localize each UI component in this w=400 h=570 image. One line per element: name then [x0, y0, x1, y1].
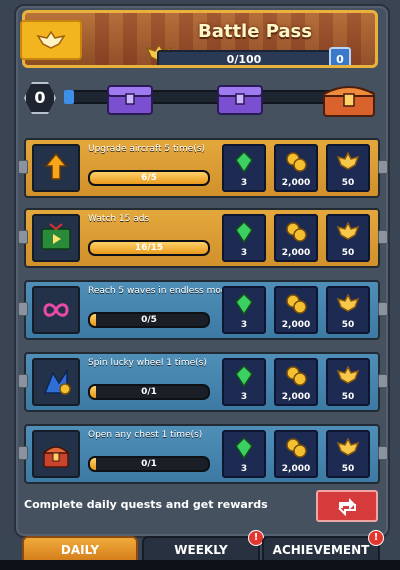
refresh-icon: [338, 498, 356, 516]
rivet: [18, 446, 28, 460]
quest-progress-text: 0/1: [141, 387, 157, 397]
reward-amount: 50: [341, 464, 355, 474]
quest-progress-text: 16/15: [134, 243, 164, 253]
pass-level-badge: 0: [329, 47, 351, 66]
quest-label: Upgrade aircraft 5 time(s): [88, 144, 206, 154]
wings-emblem-icon: [336, 293, 360, 312]
reward-amount: 3: [240, 464, 248, 474]
reward-amount: 3: [240, 392, 248, 402]
tab-label: ACHIEVEMENT: [272, 543, 370, 557]
pass-xp-reward[interactable]: 50: [326, 214, 370, 262]
ticket-icon[interactable]: [20, 20, 82, 60]
gem-reward[interactable]: 3: [222, 358, 266, 406]
rivet: [378, 160, 388, 174]
quest-label: Spin lucky wheel 1 time(s): [88, 358, 207, 368]
gold-coins-icon: [286, 222, 307, 242]
rivet: [378, 446, 388, 460]
track-level-value: 0: [34, 88, 46, 107]
gem-reward[interactable]: 3: [222, 286, 266, 334]
gold-coins-icon: [286, 152, 307, 172]
quest-progress-bar: 0/5: [88, 312, 210, 328]
gem-reward[interactable]: 3: [222, 430, 266, 478]
quest-progress-bar: 16/15: [88, 240, 210, 256]
quest-progress-text: 0/1: [141, 459, 157, 469]
wings-emblem-icon: [336, 365, 360, 384]
gold-coins-icon: [286, 438, 307, 458]
reward-amount: 50: [341, 320, 355, 330]
footer-hint: Complete daily quests and get rewards: [24, 498, 268, 511]
rivet: [18, 302, 28, 316]
gold-coins-icon: [286, 294, 307, 314]
page-title: Battle Pass: [197, 21, 312, 42]
quest-row-endless-mode[interactable]: Reach 5 waves in endless mode 0/5 3 2,00…: [18, 280, 388, 340]
rivet: [378, 302, 388, 316]
track-progress-marker: [64, 90, 74, 104]
gold-reward[interactable]: 2,000: [274, 430, 318, 478]
gold-reward[interactable]: 2,000: [274, 358, 318, 406]
tab-label: WEEKLY: [174, 543, 228, 557]
quest-label: Reach 5 waves in endless mode: [88, 286, 233, 296]
rivet: [378, 230, 388, 244]
tab-label: DAILY: [60, 543, 100, 557]
quest-label: Open any chest 1 time(s): [88, 430, 203, 440]
purple-chest-icon[interactable]: [106, 84, 154, 120]
rivet: [18, 374, 28, 388]
gold-reward[interactable]: 2,000: [274, 286, 318, 334]
wings-emblem-icon: [336, 437, 360, 456]
wings-emblem-icon: [336, 151, 360, 170]
quest-row-upgrade-aircraft[interactable]: Upgrade aircraft 5 time(s) 6/5 3 2,000 5…: [18, 138, 388, 198]
reward-amount: 2,000: [281, 320, 311, 330]
rivet: [378, 374, 388, 388]
green-gem-icon: [235, 292, 253, 316]
gold-coins-icon: [286, 366, 307, 386]
gem-reward[interactable]: 3: [222, 214, 266, 262]
infinity-icon: [32, 286, 80, 334]
quest-row-open-chest[interactable]: Open any chest 1 time(s) 0/1 3 2,000 50: [18, 424, 388, 484]
reward-amount: 50: [341, 392, 355, 402]
gold-reward[interactable]: 2,000: [274, 214, 318, 262]
refresh-button[interactable]: [316, 490, 378, 522]
quest-progress-text: 6/5: [141, 173, 157, 183]
reward-amount: 2,000: [281, 464, 311, 474]
chest-icon: [32, 430, 80, 478]
quest-progress-text: 0/5: [141, 315, 157, 325]
rivet: [18, 230, 28, 244]
pass-xp-reward[interactable]: 50: [326, 358, 370, 406]
pass-xp-reward[interactable]: 50: [326, 144, 370, 192]
quest-progress-bar: 0/1: [88, 456, 210, 472]
purple-chest-icon[interactable]: [216, 84, 264, 120]
reward-amount: 2,000: [281, 178, 311, 188]
rivet: [18, 160, 28, 174]
tv-ad-icon: [32, 214, 80, 262]
alert-badge: !: [368, 530, 384, 546]
reward-amount: 50: [341, 178, 355, 188]
green-gem-icon: [235, 220, 253, 244]
green-gem-icon: [235, 436, 253, 460]
gem-reward[interactable]: 3: [222, 144, 266, 192]
pass-xp-reward[interactable]: 50: [326, 430, 370, 478]
orange-chest-icon[interactable]: [322, 80, 376, 122]
gold-reward[interactable]: 2,000: [274, 144, 318, 192]
reward-amount: 2,000: [281, 392, 311, 402]
bottom-strip: [0, 560, 400, 570]
quest-progress-bar: 0/1: [88, 384, 210, 400]
lucky-wheel-icon: [32, 358, 80, 406]
battle-pass-progress-text: 0/100: [226, 53, 262, 66]
reward-amount: 3: [240, 178, 248, 188]
quest-progress-bar: 6/5: [88, 170, 210, 186]
reward-amount: 3: [240, 248, 248, 258]
reward-amount: 2,000: [281, 248, 311, 258]
pass-level-value: 0: [336, 53, 344, 66]
reward-amount: 3: [240, 320, 248, 330]
green-gem-icon: [235, 364, 253, 388]
pass-xp-reward[interactable]: 50: [326, 286, 370, 334]
quest-label: Watch 15 ads: [88, 214, 150, 224]
battle-pass-progress-bar: 0/100: [157, 50, 331, 66]
green-gem-icon: [235, 150, 253, 174]
quest-row-lucky-wheel[interactable]: Spin lucky wheel 1 time(s) 0/1 3 2,000 5…: [18, 352, 388, 412]
quest-row-watch-ads[interactable]: Watch 15 ads 16/15 3 2,000 50: [18, 208, 388, 268]
wings-emblem-icon: [336, 221, 360, 240]
reward-amount: 50: [341, 248, 355, 258]
aircraft-upgrade-icon: [32, 144, 80, 192]
